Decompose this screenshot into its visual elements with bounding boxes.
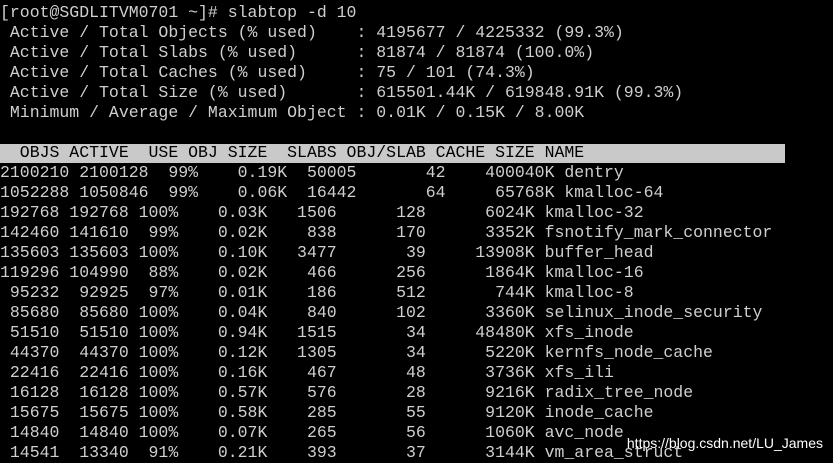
table-row: 1052288 1050846 99% 0.06K 16442 64 65768… bbox=[0, 183, 664, 202]
table-row: 95232 92925 97% 0.01K 186 512 744K kmall… bbox=[0, 283, 634, 302]
table-row: 22416 22416 100% 0.16K 467 48 3736K xfs_… bbox=[0, 363, 614, 382]
command-prompt: [root@SGDLITVM0701 ~]# slabtop -d 10 bbox=[0, 3, 357, 22]
table-row: 119296 104990 88% 0.02K 466 256 1864K km… bbox=[0, 263, 644, 282]
table-row: 51510 51510 100% 0.94K 1515 34 48480K xf… bbox=[0, 323, 634, 342]
summary-slabs: Active / Total Slabs (% used) : 81874 / … bbox=[0, 43, 595, 62]
summary-object-size: Minimum / Average / Maximum Object : 0.0… bbox=[0, 103, 585, 122]
table-row: 16128 16128 100% 0.57K 576 28 9216K radi… bbox=[0, 383, 694, 402]
terminal-window[interactable]: [root@SGDLITVM0701 ~]# slabtop -d 10 Act… bbox=[0, 0, 833, 462]
table-row: 44370 44370 100% 0.12K 1305 34 5220K ker… bbox=[0, 343, 713, 362]
table-row: 85680 85680 100% 0.04K 840 102 3360K sel… bbox=[0, 303, 763, 322]
summary-caches: Active / Total Caches (% used) : 75 / 10… bbox=[0, 63, 535, 82]
table-row: 2100210 2100128 99% 0.19K 50005 42 40004… bbox=[0, 163, 624, 182]
table-row: 142460 141610 99% 0.02K 838 170 3352K fs… bbox=[0, 223, 773, 242]
table-header: OBJS ACTIVE USE OBJ SIZE SLABS OBJ/SLAB … bbox=[0, 143, 585, 162]
table-row: 14840 14840 100% 0.07K 265 56 1060K avc_… bbox=[0, 423, 624, 442]
summary-objects: Active / Total Objects (% used) : 419567… bbox=[0, 23, 624, 42]
table-row: 14541 13340 91% 0.21K 393 37 3144K vm_ar… bbox=[0, 443, 684, 462]
watermark-url: https://blog.csdn.net/LU_James bbox=[626, 435, 823, 451]
table-row: 192768 192768 100% 0.03K 1506 128 6024K … bbox=[0, 203, 644, 222]
table-row: 135603 135603 100% 0.10K 3477 39 13908K … bbox=[0, 243, 654, 262]
table-row: 15675 15675 100% 0.58K 285 55 9120K inod… bbox=[0, 403, 654, 422]
summary-size: Active / Total Size (% used) : 615501.44… bbox=[0, 83, 684, 102]
